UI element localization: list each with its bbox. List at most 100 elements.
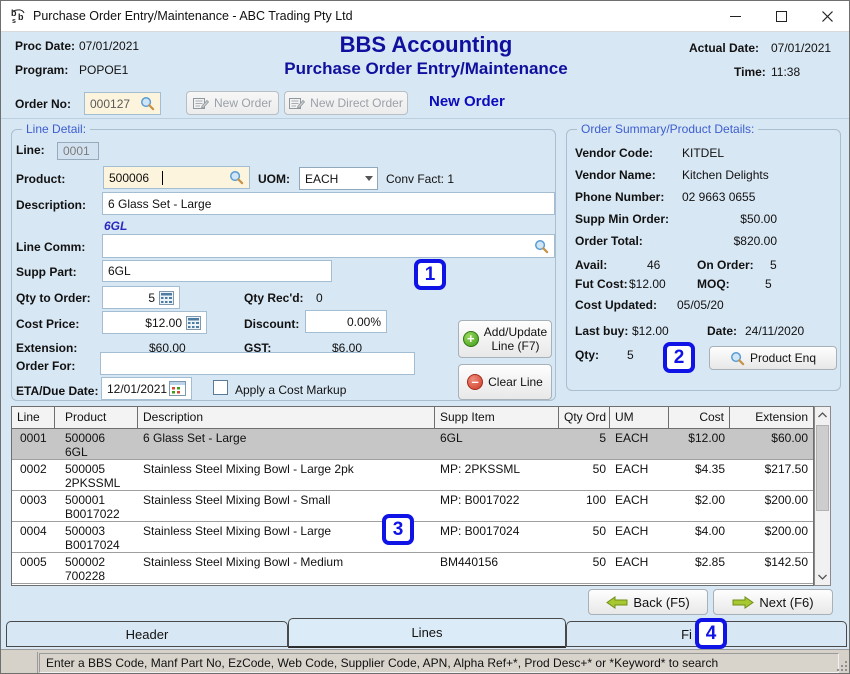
cell-description: Stainless Steel Mixing Bowl - Small	[143, 493, 330, 507]
chevron-down-icon	[361, 168, 377, 189]
order-for-field[interactable]	[100, 352, 415, 375]
qty-calculator-icon[interactable]	[159, 291, 174, 305]
qty-to-order-field[interactable]: 5	[102, 286, 180, 309]
cell-cost: $12.00	[669, 431, 725, 445]
cost-price-value: $12.00	[108, 316, 186, 330]
supp-part-label: Supp Part:	[16, 265, 77, 279]
tab-lines-label: Lines	[411, 625, 442, 640]
cell-qty-ord: 50	[559, 555, 606, 569]
eta-due-date-field[interactable]: 12/01/2021	[101, 377, 192, 400]
grid-scrollbar[interactable]	[814, 406, 831, 586]
cell-extension: $60.00	[730, 431, 808, 445]
col-header-um[interactable]: UM	[610, 407, 669, 428]
cell-product: 500003	[65, 524, 105, 538]
cell-qty-ord: 50	[559, 462, 606, 476]
qty-to-order-label: Qty to Order:	[16, 291, 91, 305]
product-enq-label: Product Enq	[750, 351, 816, 365]
add-update-line-button[interactable]: + Add/Update Line (F7)	[458, 320, 552, 358]
on-order-value: 5	[770, 258, 777, 272]
status-message: Enter a BBS Code, Manf Part No, EzCode, …	[39, 653, 839, 673]
cell-supp-item: MP: B0017022	[440, 493, 519, 507]
scrollbar-thumb[interactable]	[816, 425, 829, 511]
add-update-line-label-2: Line (F7)	[491, 339, 539, 353]
supp-part-field[interactable]: 6GL	[102, 260, 332, 282]
uom-select[interactable]: EACH	[299, 167, 378, 190]
last-buy-label: Last buy:	[575, 324, 628, 338]
app-logo-icon: b b s	[10, 7, 28, 25]
order-lines-grid: Line Product Description Supp Item Qty O…	[11, 406, 814, 586]
col-header-description[interactable]: Description	[138, 407, 435, 428]
cost-markup-checkbox[interactable]	[213, 380, 228, 395]
cell-um: EACH	[615, 493, 648, 507]
description-field[interactable]: 6 Glass Set - Large	[102, 192, 555, 215]
cell-line: 0003	[20, 493, 47, 507]
minimize-button[interactable]	[712, 1, 758, 31]
new-direct-order-button[interactable]: New Direct Order	[284, 91, 408, 115]
cost-price-field[interactable]: $12.00	[102, 311, 207, 334]
extension-label: Extension:	[16, 341, 77, 355]
col-header-qty-ord[interactable]: Qty Ord	[559, 407, 610, 428]
search-icon[interactable]	[140, 96, 155, 111]
cell-extension: $200.00	[730, 524, 808, 538]
cost-calculator-icon[interactable]	[186, 316, 201, 330]
supp-min-order-label: Supp Min Order:	[575, 212, 669, 226]
tab-lines[interactable]: Lines	[288, 618, 566, 648]
discount-value: 0.00%	[347, 315, 381, 329]
grid-row-2[interactable]: 0002 500005 2PKSSML Stainless Steel Mixi…	[12, 460, 813, 491]
vendor-code-label: Vendor Code:	[575, 146, 653, 160]
eta-due-date-label: ETA/Due Date:	[16, 384, 98, 398]
screen-title: Purchase Order Entry/Maintenance	[1, 59, 850, 79]
avail-label: Avail:	[575, 258, 607, 272]
maximize-button[interactable]	[758, 1, 804, 31]
cell-qty-ord: 5	[559, 431, 606, 445]
order-for-label: Order For:	[16, 359, 75, 373]
scroll-down-button[interactable]	[815, 569, 830, 585]
product-search-icon[interactable]	[229, 170, 244, 185]
calendar-icon[interactable]	[169, 381, 186, 396]
discount-label: Discount:	[244, 317, 299, 331]
product-field[interactable]: 500006	[103, 166, 250, 189]
line-comm-field[interactable]	[102, 234, 555, 258]
order-no-field[interactable]: 000127	[84, 92, 161, 115]
col-header-supp-item[interactable]: Supp Item	[435, 407, 559, 428]
actual-date-value: 07/01/2021	[771, 41, 831, 55]
next-button[interactable]: Next (F6)	[713, 589, 833, 615]
cell-line: 0002	[20, 462, 47, 476]
close-button[interactable]	[804, 1, 850, 31]
cell-description: 6 Glass Set - Large	[143, 431, 246, 445]
cost-markup-label: Apply a Cost Markup	[235, 383, 346, 397]
cell-alpha: 2PKSSML	[65, 476, 120, 490]
col-header-product[interactable]: Product	[55, 407, 138, 428]
window-title: Purchase Order Entry/Maintenance - ABC T…	[33, 9, 353, 23]
description-label: Description:	[16, 198, 86, 212]
qty-recd-value: 0	[316, 291, 323, 305]
product-enq-button[interactable]: Product Enq	[709, 346, 837, 370]
grid-row-5[interactable]: 0005 500002 700228 Stainless Steel Mixin…	[12, 553, 813, 584]
back-button[interactable]: Back (F5)	[588, 589, 708, 615]
status-bar: Enter a BBS Code, Manf Part No, EzCode, …	[1, 649, 850, 674]
cell-product: 500005	[65, 462, 105, 476]
new-order-button[interactable]: New Order	[186, 91, 279, 115]
cell-um: EACH	[615, 555, 648, 569]
col-header-line[interactable]: Line	[12, 407, 55, 428]
tab-header[interactable]: Header	[6, 621, 288, 647]
line-number-field: 0001	[57, 142, 99, 160]
cell-description: Stainless Steel Mixing Bowl - Large 2pk	[143, 462, 354, 476]
maximize-icon	[776, 11, 787, 22]
minimize-icon	[730, 16, 741, 17]
resize-grip-icon[interactable]	[835, 659, 849, 673]
clear-line-button[interactable]: – Clear Line	[458, 364, 552, 400]
col-header-cost[interactable]: Cost	[669, 407, 730, 428]
actual-date-label: Actual Date:	[689, 41, 759, 55]
grid-row-1[interactable]: 0001 500006 6GL 6 Glass Set - Large 6GL …	[12, 429, 813, 460]
cell-cost: $4.35	[669, 462, 725, 476]
last-buy-date-label: Date:	[707, 324, 737, 338]
line-comm-search-icon[interactable]	[534, 239, 549, 254]
svg-text:b: b	[11, 8, 17, 18]
back-label: Back (F5)	[633, 595, 689, 610]
discount-field[interactable]: 0.00%	[305, 310, 387, 333]
cell-cost: $2.85	[669, 555, 725, 569]
order-no-label: Order No:	[15, 97, 71, 111]
col-header-extension[interactable]: Extension	[730, 407, 813, 428]
scroll-up-button[interactable]	[815, 407, 830, 423]
